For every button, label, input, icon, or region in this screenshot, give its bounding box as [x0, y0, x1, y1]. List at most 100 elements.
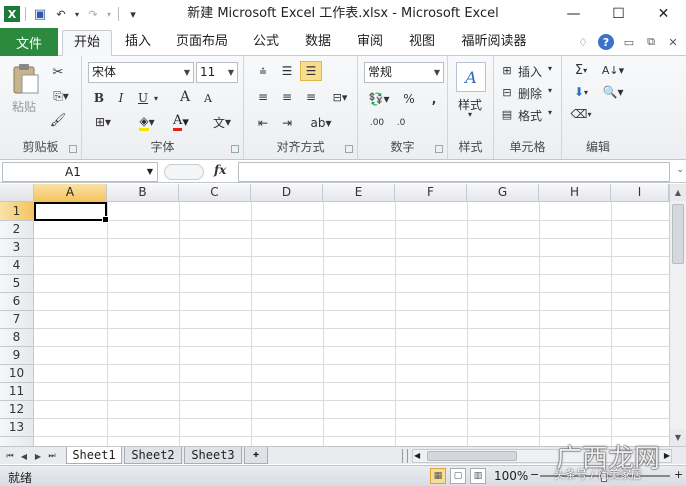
active-cell[interactable]: [34, 202, 109, 223]
align-left-icon[interactable]: ≡: [254, 88, 272, 106]
increase-decimal-button[interactable]: .00: [366, 114, 388, 132]
formula-input[interactable]: [238, 162, 670, 182]
page-break-view-icon[interactable]: ▥: [470, 468, 486, 484]
format-painter-icon[interactable]: 🖌: [50, 112, 67, 128]
help-icon[interactable]: ?: [598, 34, 614, 50]
row-header[interactable]: 7: [0, 311, 34, 329]
zoom-level[interactable]: 100%: [494, 469, 528, 483]
customize-qat-icon[interactable]: ▾: [124, 5, 142, 23]
tab-page-layout[interactable]: 页面布局: [170, 30, 234, 56]
expand-formula-bar-icon[interactable]: ⌄: [676, 165, 684, 175]
tab-view[interactable]: 视图: [402, 30, 442, 56]
redo-dropdown-icon[interactable]: ▾: [105, 5, 113, 23]
tab-review[interactable]: 审阅: [350, 30, 390, 56]
copy-icon[interactable]: ⎘▾: [50, 88, 72, 104]
grow-font-button[interactable]: A: [178, 89, 192, 105]
scroll-down-icon[interactable]: ▼: [670, 429, 686, 446]
row-header[interactable]: [0, 437, 34, 446]
decrease-decimal-button[interactable]: .0: [390, 114, 412, 132]
row-header[interactable]: 13: [0, 419, 34, 437]
first-sheet-icon[interactable]: ⏮: [4, 449, 16, 463]
row-header[interactable]: 3: [0, 239, 34, 257]
align-right-icon[interactable]: ≡: [302, 88, 320, 106]
formula-bar-resize-handle[interactable]: [164, 164, 204, 180]
zoom-slider[interactable]: [540, 470, 670, 482]
row-header[interactable]: 9: [0, 347, 34, 365]
insert-cells-label[interactable]: 插入: [518, 63, 542, 80]
column-header[interactable]: E: [323, 184, 395, 202]
clipboard-launcher-icon[interactable]: [69, 145, 77, 153]
font-launcher-icon[interactable]: [231, 145, 239, 153]
align-bottom-icon[interactable]: ☰: [300, 61, 322, 81]
last-sheet-icon[interactable]: ⏭: [46, 449, 58, 463]
doc-close-icon[interactable]: ✕: [666, 35, 680, 49]
minimize-ribbon-icon[interactable]: ♢: [576, 35, 590, 49]
tab-insert[interactable]: 插入: [118, 30, 158, 56]
row-header[interactable]: 5: [0, 275, 34, 293]
excel-app-icon[interactable]: X: [4, 6, 20, 22]
orientation-icon[interactable]: ab▾: [308, 114, 334, 132]
scroll-right-icon[interactable]: ▶: [664, 450, 670, 462]
percent-style-button[interactable]: %: [402, 90, 416, 108]
column-header[interactable]: G: [467, 184, 539, 202]
undo-dropdown-icon[interactable]: ▾: [73, 5, 81, 23]
accounting-format-icon[interactable]: 💱▾: [366, 90, 392, 108]
font-size-select[interactable]: 11 ▼: [196, 62, 238, 83]
italic-button[interactable]: I: [114, 90, 128, 106]
column-header[interactable]: A: [34, 184, 107, 202]
undo-icon[interactable]: ↶: [52, 5, 70, 23]
chevron-down-icon[interactable]: ▾: [548, 64, 552, 73]
fill-icon[interactable]: ⬇ ▾: [570, 84, 592, 100]
column-header[interactable]: H: [539, 184, 611, 202]
vertical-scrollbar[interactable]: ▲ ▼: [669, 184, 686, 446]
bold-button[interactable]: B: [92, 90, 106, 106]
chevron-down-icon[interactable]: ▾: [468, 110, 472, 119]
tab-data[interactable]: 数据: [298, 30, 338, 56]
align-middle-icon[interactable]: ☰: [278, 62, 296, 80]
doc-minimize-icon[interactable]: ▭: [622, 35, 636, 49]
column-header[interactable]: F: [395, 184, 467, 202]
phonetic-guide-icon[interactable]: 文 ▾: [208, 113, 236, 131]
fill-color-icon[interactable]: ◈ ▾: [134, 113, 160, 131]
row-header[interactable]: 11: [0, 383, 34, 401]
sheet-tab[interactable]: Sheet2: [124, 447, 182, 464]
tab-foxit-reader[interactable]: 福昕阅读器: [454, 30, 534, 56]
sheet-tab[interactable]: Sheet1: [66, 447, 122, 464]
align-top-icon[interactable]: ⩮: [254, 62, 272, 80]
font-name-select[interactable]: 宋体 ▼: [88, 62, 194, 83]
scroll-up-icon[interactable]: ▲: [670, 184, 686, 201]
shrink-font-button[interactable]: A: [202, 91, 214, 105]
tab-formulas[interactable]: 公式: [246, 30, 286, 56]
horizontal-scroll-thumb[interactable]: [427, 451, 517, 461]
format-cells-icon[interactable]: ▤: [500, 106, 514, 122]
autosum-icon[interactable]: Σ ▾: [570, 62, 592, 78]
row-header[interactable]: 2: [0, 221, 34, 239]
underline-button[interactable]: U: [136, 90, 150, 106]
underline-dropdown-icon[interactable]: ▾: [152, 90, 160, 106]
scroll-left-icon[interactable]: ◀: [414, 450, 420, 462]
next-sheet-icon[interactable]: ▶: [32, 449, 44, 463]
sheet-tab[interactable]: Sheet3: [184, 447, 242, 464]
save-icon[interactable]: ▣: [31, 5, 49, 23]
format-cells-label[interactable]: 格式: [518, 107, 542, 124]
row-header[interactable]: 1: [0, 202, 34, 221]
minimize-button[interactable]: —: [551, 0, 596, 28]
merge-center-icon[interactable]: ⊟▾: [328, 88, 352, 106]
increase-indent-icon[interactable]: ⇥: [278, 114, 296, 132]
column-header[interactable]: I: [611, 184, 669, 202]
font-color-icon[interactable]: A ▾: [168, 113, 194, 131]
maximize-button[interactable]: ☐: [596, 0, 641, 28]
row-header[interactable]: 12: [0, 401, 34, 419]
styles-icon[interactable]: A: [456, 62, 486, 92]
find-select-icon[interactable]: 🔍▾: [600, 84, 626, 100]
comma-style-button[interactable]: ,: [428, 90, 440, 108]
row-header[interactable]: 6: [0, 293, 34, 311]
delete-cells-label[interactable]: 删除: [518, 85, 542, 102]
horizontal-scrollbar[interactable]: ◀ ▶: [412, 449, 672, 463]
decrease-indent-icon[interactable]: ⇤: [254, 114, 272, 132]
name-box[interactable]: A1 ▼: [2, 162, 158, 182]
tab-split-handle[interactable]: [402, 449, 408, 463]
zoom-slider-thumb[interactable]: [601, 470, 607, 482]
chevron-down-icon[interactable]: ▾: [548, 86, 552, 95]
redo-icon[interactable]: ↷: [84, 5, 102, 23]
